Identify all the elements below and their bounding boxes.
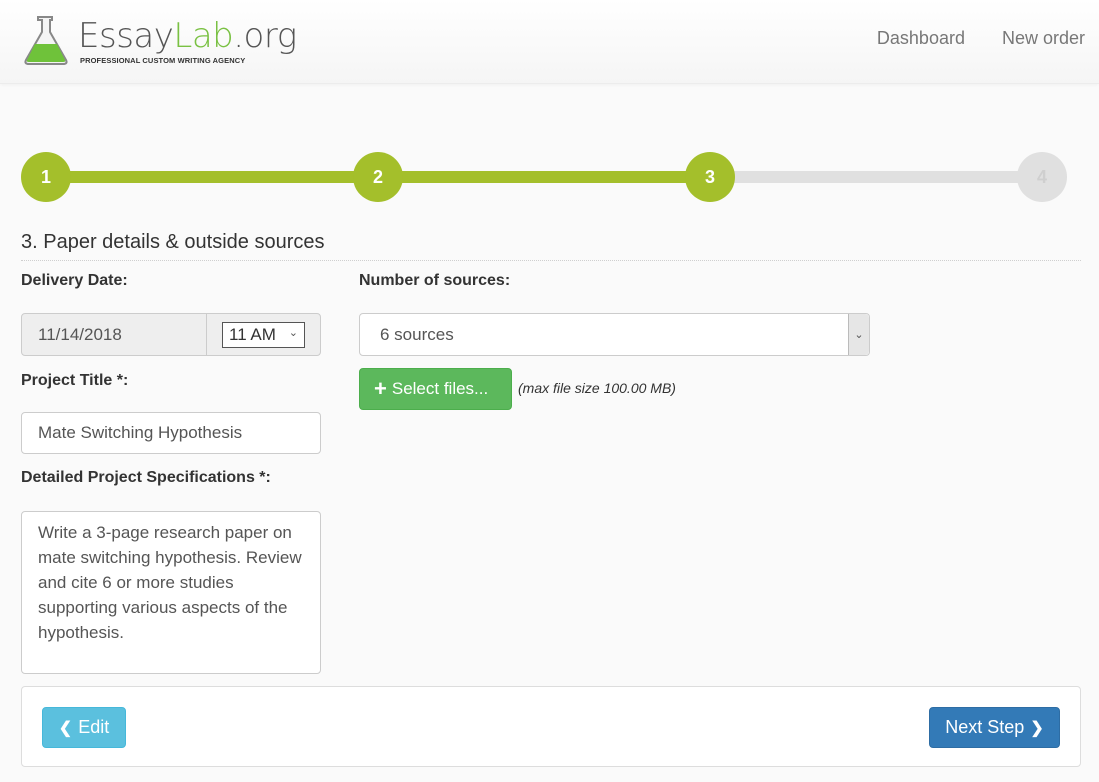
progress-stepper: 1 2 3 4: [21, 152, 1067, 202]
nav-dashboard[interactable]: Dashboard: [877, 28, 965, 49]
nav-new-order[interactable]: New order: [1002, 28, 1085, 49]
logo[interactable]: EssayLab.org PROFESSIONAL CUSTOM WRITING…: [22, 14, 297, 68]
specs-label: Detailed Project Specifications *:: [21, 469, 271, 486]
step-1[interactable]: 1: [21, 152, 71, 202]
brand-suffix: .org: [233, 16, 297, 56]
next-step-button[interactable]: Next Step ❯: [929, 707, 1060, 748]
chevron-down-icon: ⌄: [288, 326, 298, 339]
delivery-time-cell: 11 AM ⌄: [207, 314, 320, 355]
step-2[interactable]: 2: [353, 152, 403, 202]
delivery-date-label: Delivery Date:: [21, 272, 128, 289]
chevron-down-icon: ⌄: [848, 314, 869, 355]
form-actions-panel: ❮ Edit Next Step ❯: [21, 686, 1081, 767]
specs-textarea[interactable]: Write a 3-page research paper on mate sw…: [21, 511, 321, 674]
brand-tagline: PROFESSIONAL CUSTOM WRITING AGENCY: [80, 56, 246, 65]
edit-label: Edit: [78, 717, 110, 737]
max-file-size-note: (max file size 100.00 MB): [518, 380, 676, 396]
brand-lab: Lab: [173, 16, 234, 56]
step-connector-3-4: [710, 171, 1042, 183]
sources-value: 6 sources: [380, 325, 454, 344]
plus-icon: +: [374, 376, 387, 401]
top-nav: Dashboard New order: [877, 28, 1085, 49]
section-title: 3. Paper details & outside sources: [21, 231, 1081, 261]
project-title-label: Project Title *:: [21, 372, 129, 389]
select-files-label: Select files...: [391, 379, 489, 398]
delivery-date-field[interactable]: 11/14/2018: [22, 314, 207, 355]
brand-name: EssayLab.org: [78, 16, 297, 56]
step-connector-1-2: [46, 171, 378, 183]
chevron-left-icon: ❮: [58, 719, 73, 737]
select-files-button[interactable]: + Select files...: [359, 368, 512, 410]
brand-prefix: Essay: [78, 16, 174, 56]
step-3[interactable]: 3: [685, 152, 735, 202]
delivery-time-value: 11 AM: [229, 324, 276, 344]
chevron-right-icon: ❯: [1030, 719, 1044, 737]
site-header: EssayLab.org PROFESSIONAL CUSTOM WRITING…: [0, 0, 1099, 84]
project-title-input[interactable]: Mate Switching Hypothesis: [21, 412, 321, 454]
flask-icon: [24, 16, 68, 65]
step-connector-2-3: [378, 171, 710, 183]
sources-select[interactable]: 6 sources ⌄: [359, 313, 870, 356]
edit-button[interactable]: ❮ Edit: [42, 707, 126, 748]
delivery-date-group: 11/14/2018 11 AM ⌄: [21, 313, 321, 356]
step-4: 4: [1017, 152, 1067, 202]
delivery-time-select[interactable]: 11 AM ⌄: [222, 321, 305, 348]
sources-label: Number of sources:: [359, 272, 511, 289]
next-step-label: Next Step: [945, 717, 1025, 737]
